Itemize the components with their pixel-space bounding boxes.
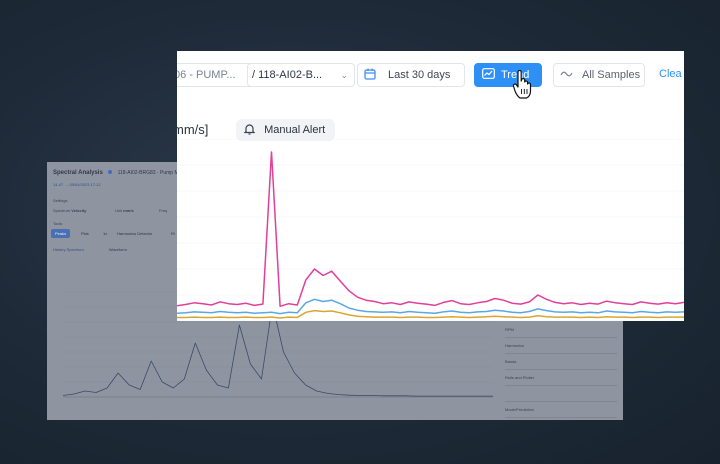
tool-peaks[interactable]: Peaks <box>51 229 71 238</box>
date-subheader[interactable]: 14-47 → 05/04/2023 17:12 <box>53 182 101 187</box>
trend-icon <box>482 64 495 86</box>
tools-label: Tools <box>53 221 63 226</box>
tool-harmonics[interactable]: Harmonics Detector <box>113 229 156 238</box>
manual-alert-label: Manual Alert <box>264 124 326 136</box>
hand-cursor-icon <box>512 70 532 99</box>
all-samples-button[interactable]: All Samples <box>553 63 645 87</box>
wave-icon <box>560 64 573 86</box>
settings-label: Settings <box>53 198 68 203</box>
trend-series <box>177 151 684 319</box>
spectral-title: Spectral Analysis <box>53 170 103 176</box>
series-line-0 <box>177 151 684 308</box>
asset-selector[interactable]: / 118-AI02-B... ⌄ <box>247 63 355 87</box>
side-item-blank <box>505 386 617 402</box>
chevron-down-icon: ⌄ <box>340 70 348 80</box>
side-item-harmonics[interactable]: Harmonics <box>505 338 617 354</box>
side-item-bands[interactable]: Bands <box>505 354 617 370</box>
manual-alert-button[interactable]: Manual Alert <box>236 119 336 141</box>
date-range-button[interactable]: Last 30 days <box>357 63 465 87</box>
toolbar: 06 - PUMP... / 118-AI02-B... ⌄ Last 30 d… <box>177 63 684 87</box>
y-unit-label: mm/s] <box>177 122 209 137</box>
all-samples-label: All Samples <box>582 69 641 81</box>
side-item-rolls[interactable]: Rolls and Plotter <box>505 370 617 386</box>
unit-value[interactable]: mm/s <box>123 208 133 213</box>
spectral-side-panel: RPM Harmonics Bands Rolls and Plotter Mo… <box>505 322 617 418</box>
trend-panel: 06 - PUMP... / 118-AI02-B... ⌄ Last 30 d… <box>177 51 684 321</box>
calendar-icon <box>364 64 376 86</box>
side-item-rpm[interactable]: RPM <box>505 322 617 338</box>
spectrum-value[interactable]: Velocity <box>71 208 86 213</box>
side-item-mode[interactable]: Mode/Prediction <box>505 402 617 418</box>
spectrum-label: Spectrum <box>53 208 71 213</box>
trend-chart <box>177 139 684 321</box>
breadcrumb-parent[interactable]: 06 - PUMP... <box>177 63 258 87</box>
clear-button[interactable]: Clea <box>659 63 682 85</box>
tab-waveform[interactable]: Waveform <box>109 247 127 252</box>
tool-pkts[interactable]: Pkts <box>77 229 93 238</box>
info-icon <box>108 170 113 174</box>
freq-label[interactable]: Freq <box>159 208 167 213</box>
unit-label: Unit <box>115 208 123 213</box>
trend-grid <box>177 139 684 321</box>
bell-icon <box>243 119 256 141</box>
tool-1x[interactable]: 1x <box>99 229 111 238</box>
tab-history-spectrum[interactable]: History Spectrum <box>53 247 84 252</box>
date-range-label: Last 30 days <box>388 69 451 81</box>
breadcrumb-current: / 118-AI02-B... <box>252 69 323 81</box>
